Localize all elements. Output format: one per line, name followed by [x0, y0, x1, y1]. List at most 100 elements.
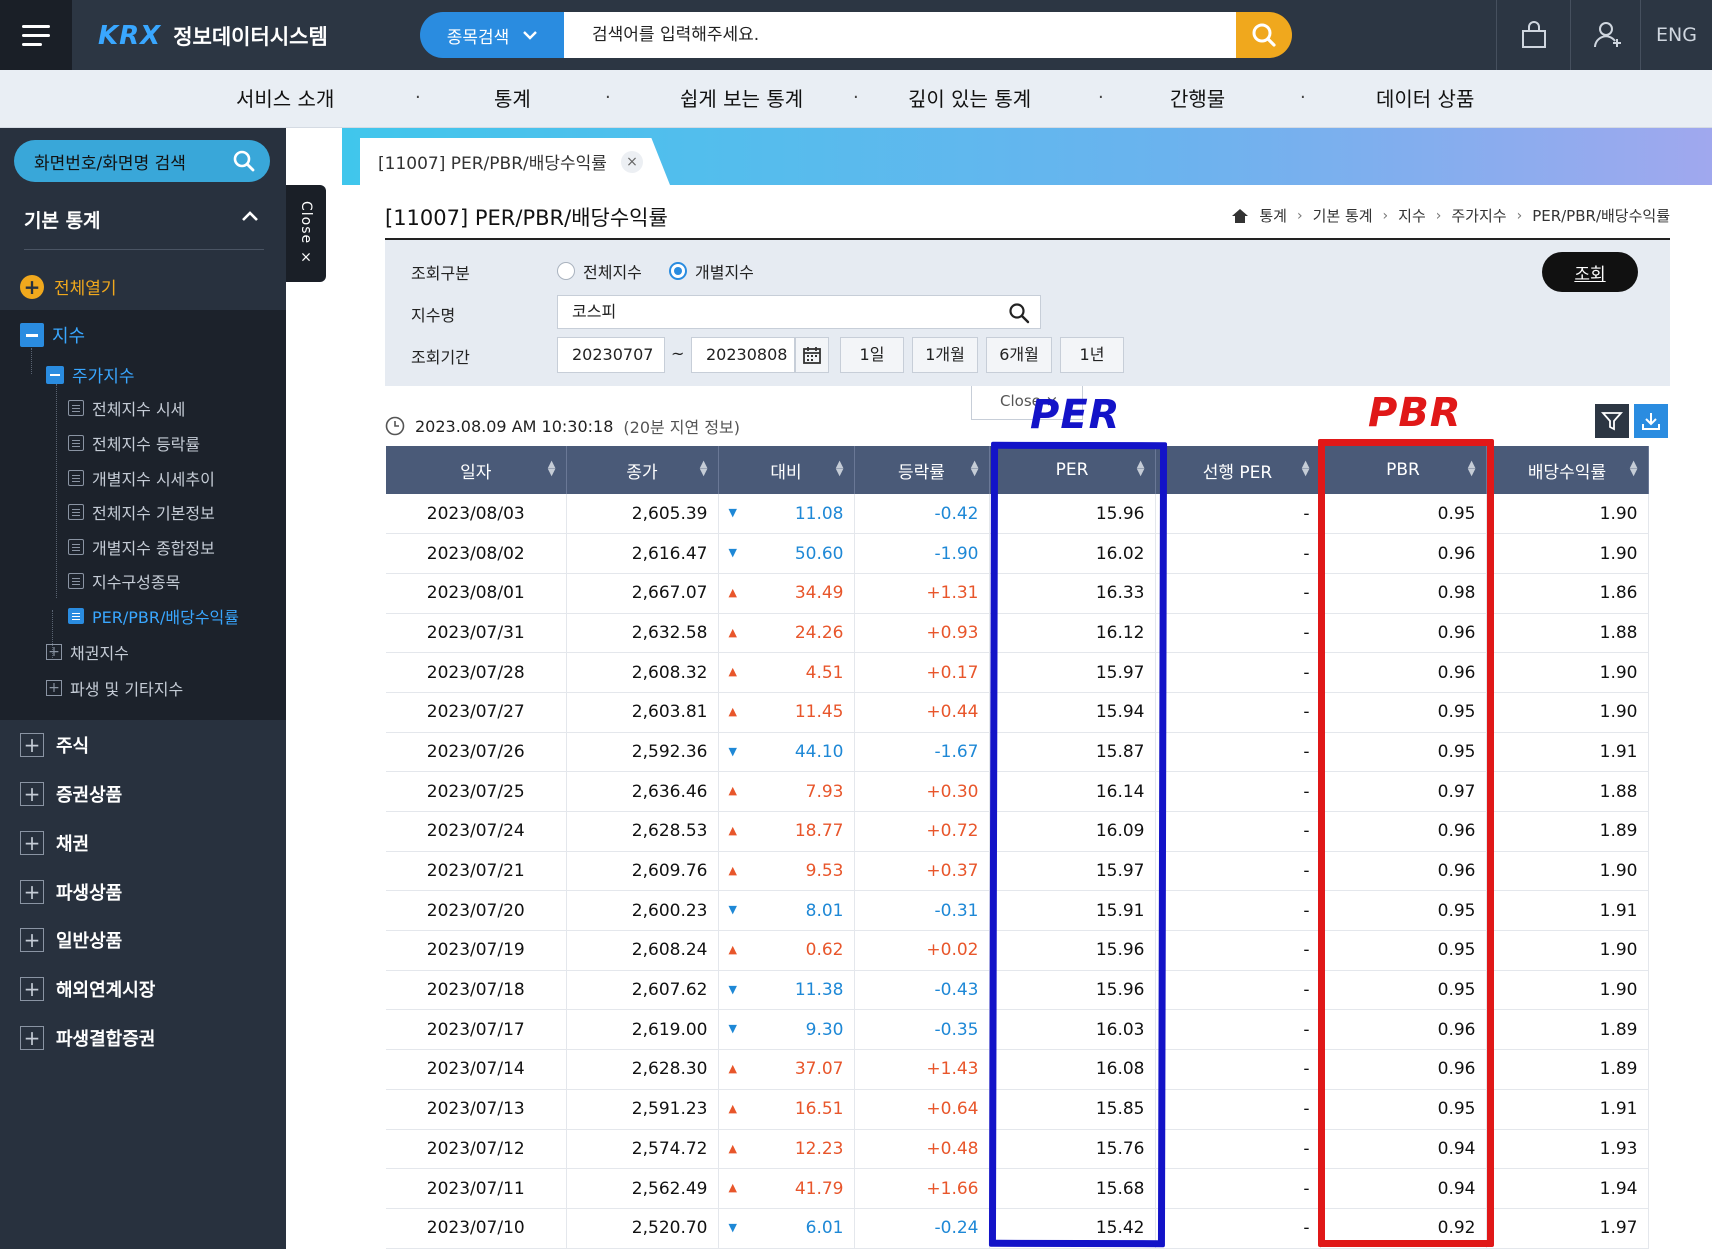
- cell-value: 2,605.39: [631, 503, 708, 524]
- user-button[interactable]: [1570, 0, 1644, 70]
- category-general-products[interactable]: + 일반상품: [20, 927, 122, 953]
- cell-value: 2,607.62: [631, 980, 708, 1001]
- nav-easy-statistics[interactable]: 쉽게 보는 통계: [680, 70, 803, 128]
- nav-statistics[interactable]: 통계: [494, 70, 531, 128]
- tree-leaf-active[interactable]: PER/PBR/배당수익률: [68, 604, 239, 628]
- screen-search-button[interactable]: 화면번호/화면명 검색: [14, 140, 270, 182]
- cell-div: 1.91: [1486, 732, 1649, 773]
- cell-value: -0.43: [934, 980, 979, 1001]
- chevron-right-icon: ›: [1382, 207, 1389, 224]
- category-bonds[interactable]: + 채권: [20, 830, 89, 856]
- radio-all-index[interactable]: 전체지수: [557, 259, 642, 283]
- logo[interactable]: KRX 정보데이터시스템: [98, 18, 328, 54]
- category-overseas-linked[interactable]: + 해외연계시장: [20, 976, 155, 1002]
- search-button[interactable]: [1236, 12, 1292, 58]
- breadcrumb-item[interactable]: 통계: [1259, 205, 1287, 226]
- cell-value: -0.42: [934, 503, 979, 524]
- start-date-input[interactable]: 20230707: [557, 337, 665, 373]
- cell-date: 2023/08/03: [386, 494, 567, 535]
- tree-leaf[interactable]: 개별지수 종합정보: [68, 535, 215, 559]
- cell-change: ▲ 16.51: [718, 1089, 855, 1130]
- tree-leaf[interactable]: 전체지수 기본정보: [68, 500, 215, 524]
- breadcrumb-item[interactable]: 주가지수: [1451, 205, 1506, 226]
- close-icon[interactable]: ×: [620, 150, 643, 173]
- cell-fper: -: [1155, 1049, 1321, 1090]
- document-icon: [68, 400, 84, 416]
- cell-value: -: [1303, 1059, 1310, 1080]
- breadcrumb-item[interactable]: 지수: [1398, 205, 1426, 226]
- nav-separator: ·: [853, 87, 859, 108]
- query-button[interactable]: 조회: [1542, 252, 1638, 292]
- pbr-annotation-label: PBR: [1368, 390, 1462, 436]
- cell-rate: -0.31: [854, 890, 990, 932]
- cell-fper: -: [1155, 970, 1321, 1011]
- download-button[interactable]: [1634, 404, 1668, 438]
- tree-node-derivative-index[interactable]: + 파생 및 기타지수: [46, 676, 183, 700]
- period-1d-button[interactable]: 1일: [840, 337, 904, 373]
- category-securities-products[interactable]: + 증권상품: [20, 781, 122, 807]
- cell-value: 1.91: [1599, 741, 1638, 762]
- tree-leaf[interactable]: 전체지수 시세: [68, 396, 185, 420]
- sidebar-section-title[interactable]: 기본 통계: [24, 206, 264, 250]
- sort-icon[interactable]: ▲ ▼: [700, 460, 708, 478]
- tree-leaf[interactable]: 지수구성종목: [68, 569, 180, 593]
- column-header[interactable]: 일자 ▲ ▼: [386, 446, 567, 494]
- category-derivative-linked-securities[interactable]: + 파생결합증권: [20, 1025, 155, 1051]
- search-type-select[interactable]: 종목검색: [420, 12, 564, 58]
- search-input[interactable]: [564, 12, 1236, 58]
- chevron-right-icon: ›: [1435, 207, 1442, 224]
- tree-leaf[interactable]: 전체지수 등락률: [68, 431, 200, 455]
- nav-deep-statistics[interactable]: 깊이 있는 통계: [908, 70, 1031, 128]
- breadcrumb-item[interactable]: PER/PBR/배당수익률: [1532, 205, 1670, 226]
- column-header[interactable]: 대비 ▲ ▼: [718, 446, 855, 494]
- category-stock[interactable]: + 주식: [20, 732, 89, 758]
- nav-separator: ·: [1300, 87, 1306, 108]
- sort-icon[interactable]: ▲ ▼: [548, 460, 556, 478]
- cell-fper: -: [1155, 652, 1321, 693]
- calendar-button[interactable]: [795, 337, 829, 373]
- radio-individual-index[interactable]: 개별지수: [669, 259, 754, 283]
- tree-node-stock-index[interactable]: 주가지수: [46, 362, 135, 387]
- nav-service-intro[interactable]: 서비스 소개: [236, 70, 334, 128]
- column-header[interactable]: 등락률 ▲ ▼: [854, 446, 990, 494]
- tab-per-pbr[interactable]: [11007] PER/PBR/배당수익률 ×: [360, 138, 670, 185]
- category-derivatives[interactable]: + 파생상품: [20, 879, 122, 905]
- language-toggle[interactable]: ENG: [1640, 0, 1712, 70]
- cell-value: 2023/07/21: [426, 861, 525, 882]
- tree-label: 지수: [52, 326, 86, 347]
- period-1y-button[interactable]: 1년: [1060, 337, 1124, 373]
- column-header[interactable]: 선행 PER ▲ ▼: [1155, 446, 1321, 494]
- cell-value: 2023/08/03: [426, 503, 525, 524]
- cell-value: +0.02: [926, 940, 979, 961]
- nav-publications[interactable]: 간행물: [1170, 70, 1225, 128]
- sort-icon[interactable]: ▲ ▼: [836, 460, 844, 478]
- sidebar-close-button[interactable]: Close ×: [286, 185, 326, 282]
- nav-data-products[interactable]: 데이터 상품: [1376, 70, 1474, 128]
- sort-icon[interactable]: ▲ ▼: [971, 460, 979, 478]
- column-header[interactable]: 배당수익률 ▲ ▼: [1486, 446, 1649, 494]
- period-1m-button[interactable]: 1개월: [912, 337, 978, 373]
- cell-change: ▼ 11.08: [718, 494, 855, 535]
- breadcrumb-item[interactable]: 기본 통계: [1313, 205, 1373, 226]
- triangle-down-icon: ▼: [728, 1220, 737, 1234]
- tree-leaf[interactable]: 개별지수 시세추이: [68, 466, 215, 490]
- cell-value: 2,616.47: [631, 543, 708, 564]
- cell-value: -: [1303, 1218, 1310, 1239]
- tree-node-index[interactable]: 지수: [20, 322, 85, 348]
- home-icon[interactable]: [1231, 208, 1249, 224]
- tree-node-bond-index[interactable]: + 채권지수: [46, 640, 129, 664]
- open-all-button[interactable]: + 전체열기: [20, 274, 117, 299]
- search-icon[interactable]: [1008, 302, 1030, 324]
- cart-button[interactable]: [1496, 0, 1570, 70]
- nav-separator: ·: [415, 87, 421, 108]
- sort-icon[interactable]: ▲ ▼: [1302, 460, 1310, 478]
- cell-close: 2,603.81: [566, 692, 719, 733]
- period-6m-button[interactable]: 6개월: [986, 337, 1052, 373]
- grid-filter-button[interactable]: [1595, 404, 1629, 438]
- sort-icon[interactable]: ▲ ▼: [1630, 460, 1638, 478]
- collapse-icon: [20, 323, 44, 347]
- menu-icon[interactable]: [0, 0, 72, 70]
- end-date-input[interactable]: 20230808: [691, 337, 795, 373]
- column-header[interactable]: 종가 ▲ ▼: [566, 446, 719, 494]
- index-name-input[interactable]: 코스피: [557, 295, 1041, 329]
